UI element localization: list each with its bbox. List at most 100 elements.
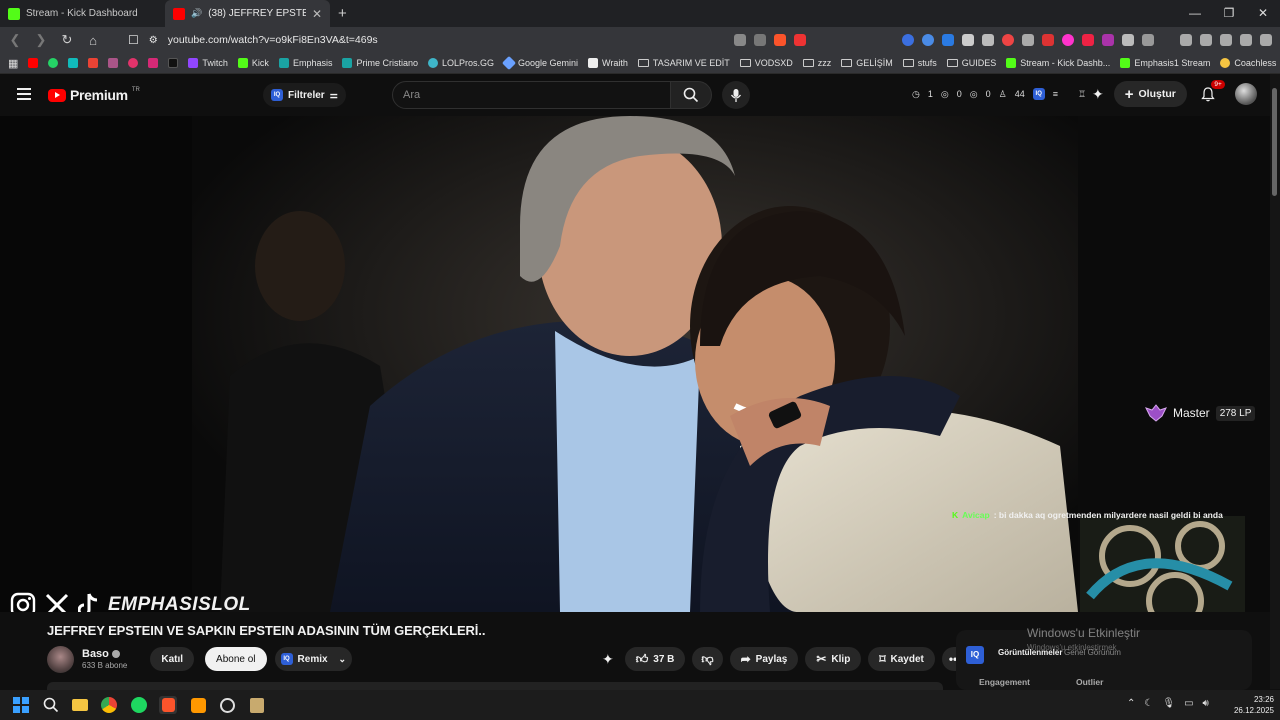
spotify-icon[interactable] — [130, 696, 148, 714]
puzzle-icon[interactable] — [1122, 34, 1134, 46]
bookmark-folder-gelisim[interactable]: GELİŞİM — [841, 58, 893, 68]
bookmark-youtube[interactable] — [28, 58, 39, 68]
bookmark-whatsapp[interactable] — [48, 58, 59, 68]
extension-icon[interactable] — [1002, 34, 1014, 46]
bookmark-app[interactable] — [68, 58, 79, 68]
url-field[interactable]: ☐ ⚙ youtube.com/watch?v=o9kFi8En3VA&t=46… — [128, 33, 722, 47]
bookmark-folder-tasarim[interactable]: TASARIM VE EDİT — [637, 58, 730, 68]
microphone-icon[interactable]: 🎙︎ — [1162, 698, 1175, 709]
share-icon[interactable] — [754, 34, 766, 46]
volume-icon[interactable]: 🔊︎ — [1203, 698, 1209, 709]
extension-icon[interactable] — [1062, 34, 1074, 46]
search-button[interactable] — [670, 81, 712, 109]
list-icon[interactable]: ≡ — [1053, 89, 1058, 99]
brave-shield-icon[interactable] — [774, 34, 786, 46]
bookmark-emphasis[interactable]: Emphasis — [278, 58, 332, 68]
back-icon[interactable]: ❮ — [8, 32, 22, 48]
bookmark-gmail[interactable] — [88, 58, 99, 68]
bookmark-app[interactable] — [108, 58, 119, 68]
ai-icon[interactable] — [1220, 34, 1232, 46]
bookmark-kick[interactable]: Kick — [237, 58, 269, 68]
bookmark-wraith[interactable]: Wraith — [588, 58, 628, 68]
url-text[interactable]: youtube.com/watch?v=o9kFi8En3VA&t=469s — [168, 34, 378, 46]
reload-icon[interactable]: ↻ — [60, 32, 74, 48]
speaker-icon[interactable]: 🔊 — [191, 8, 202, 19]
extension-icon[interactable] — [1142, 34, 1154, 46]
media-icon[interactable] — [1180, 34, 1192, 46]
bookmark-folder-zzz[interactable]: zzz — [802, 58, 831, 68]
extension-icon[interactable] — [1042, 34, 1054, 46]
avatar[interactable] — [1234, 83, 1257, 105]
extension-icon[interactable] — [1082, 34, 1094, 46]
home-icon[interactable]: ⌂ — [86, 33, 100, 48]
bookmark-emphasis-stream[interactable]: Emphasis1 Stream — [1120, 58, 1210, 68]
bookmark-tiktok[interactable] — [168, 58, 179, 68]
chevron-up-icon[interactable]: ⌃ — [1127, 698, 1135, 709]
app-tray-icon[interactable]: ☾ — [1144, 698, 1153, 709]
forward-icon[interactable]: ❯ — [34, 32, 48, 48]
trophy-icon[interactable]: ♖ — [1078, 89, 1086, 100]
file-explorer-icon[interactable] — [71, 696, 89, 714]
sidebar-icon[interactable] — [1200, 34, 1212, 46]
new-tab-button[interactable]: + — [338, 5, 347, 22]
extension-icon[interactable] — [902, 34, 914, 46]
bookmark-kick-dashboard[interactable]: Stream - Kick Dashb... — [1006, 58, 1110, 68]
channel-avatar[interactable] — [47, 645, 74, 673]
windows-start-icon[interactable] — [12, 696, 30, 714]
site-info-icon[interactable]: ⚙ — [149, 35, 158, 46]
notifications-button[interactable]: 9+ — [1197, 80, 1225, 105]
tab-youtube-video[interactable]: 🔊 (38) JEFFREY EPSTEIN VE SAPK ✕ — [165, 0, 330, 27]
close-window-icon[interactable]: ✕ — [1246, 0, 1280, 27]
close-icon[interactable]: ✕ — [312, 7, 322, 21]
bookmark-prime-cristiano[interactable]: Prime Cristiano — [342, 58, 418, 68]
bookmark-folder-guides[interactable]: GUIDES — [946, 58, 996, 68]
apps-grid-icon[interactable]: ▦ — [8, 57, 18, 70]
sublime-icon[interactable] — [189, 696, 207, 714]
bookmark-lolpros[interactable]: LOLPros.GG — [427, 58, 494, 68]
search-input[interactable] — [393, 82, 670, 108]
sparkle-icon[interactable]: ✦ — [602, 651, 614, 668]
join-button[interactable]: Katıl — [150, 647, 195, 671]
create-button[interactable]: + Oluştur — [1113, 81, 1187, 107]
network-icon[interactable]: ▭ — [1184, 698, 1193, 709]
system-clock[interactable]: 23:26 26.12.2025 — [1226, 694, 1274, 716]
menu-icon[interactable] — [17, 88, 31, 100]
youtube-logo[interactable]: Premium TR — [48, 87, 140, 103]
rewards-icon[interactable] — [794, 34, 806, 46]
dislike-button[interactable]: 👎︎ — [692, 647, 723, 671]
extension-icon[interactable] — [982, 34, 994, 46]
bookmark-folder-stufs[interactable]: stufs — [902, 58, 937, 68]
bookmark-twitch[interactable]: Twitch — [188, 58, 228, 68]
cast-icon[interactable] — [734, 34, 746, 46]
filters-button[interactable]: IQ Filtreler ⚌ — [263, 83, 346, 107]
like-button[interactable]: 👍︎ 37 B — [624, 647, 686, 671]
clip-button[interactable]: ✂ Klip — [805, 647, 862, 671]
sparkle-icon[interactable]: ✦ — [1092, 86, 1104, 103]
page-scrollbar[interactable] — [1270, 74, 1280, 689]
bookmark-coachless[interactable]: Coachless — [1220, 58, 1276, 68]
extension-icon[interactable] — [942, 34, 954, 46]
bookmark-gemini[interactable]: Google Gemini — [501, 55, 578, 71]
vpn-icon[interactable] — [1240, 34, 1252, 46]
bookmark-instagram[interactable] — [148, 58, 159, 68]
remix-button[interactable]: IQ Remix ⌄ — [274, 647, 353, 671]
video-player[interactable]: EMPHASISLOL Master 278 LP K Avicap : bi … — [0, 116, 1270, 612]
description-box[interactable] — [47, 682, 943, 690]
restore-icon[interactable]: ❐ — [1212, 0, 1246, 27]
search-box[interactable] — [392, 81, 671, 109]
save-button[interactable]: ⌑ Kaydet — [868, 647, 935, 671]
tab-kick-dashboard[interactable]: Stream - Kick Dashboard — [0, 0, 165, 27]
chrome-icon[interactable] — [100, 696, 118, 714]
menu-icon[interactable] — [1260, 34, 1272, 46]
share-button[interactable]: ➦ Paylaş — [729, 647, 799, 671]
brave-icon[interactable] — [159, 696, 177, 714]
subscribe-button[interactable]: Abone ol — [205, 647, 267, 671]
bookmark-icon[interactable]: ☐ — [128, 33, 139, 47]
search-icon[interactable] — [42, 696, 60, 714]
extension-icon[interactable] — [1102, 34, 1114, 46]
league-client-icon[interactable] — [248, 696, 266, 714]
channel-name-link[interactable]: Baso — [82, 648, 127, 660]
iq-icon[interactable]: IQ — [1032, 88, 1045, 100]
app-icon[interactable] — [218, 696, 236, 714]
scrollbar-thumb[interactable] — [1272, 88, 1277, 196]
